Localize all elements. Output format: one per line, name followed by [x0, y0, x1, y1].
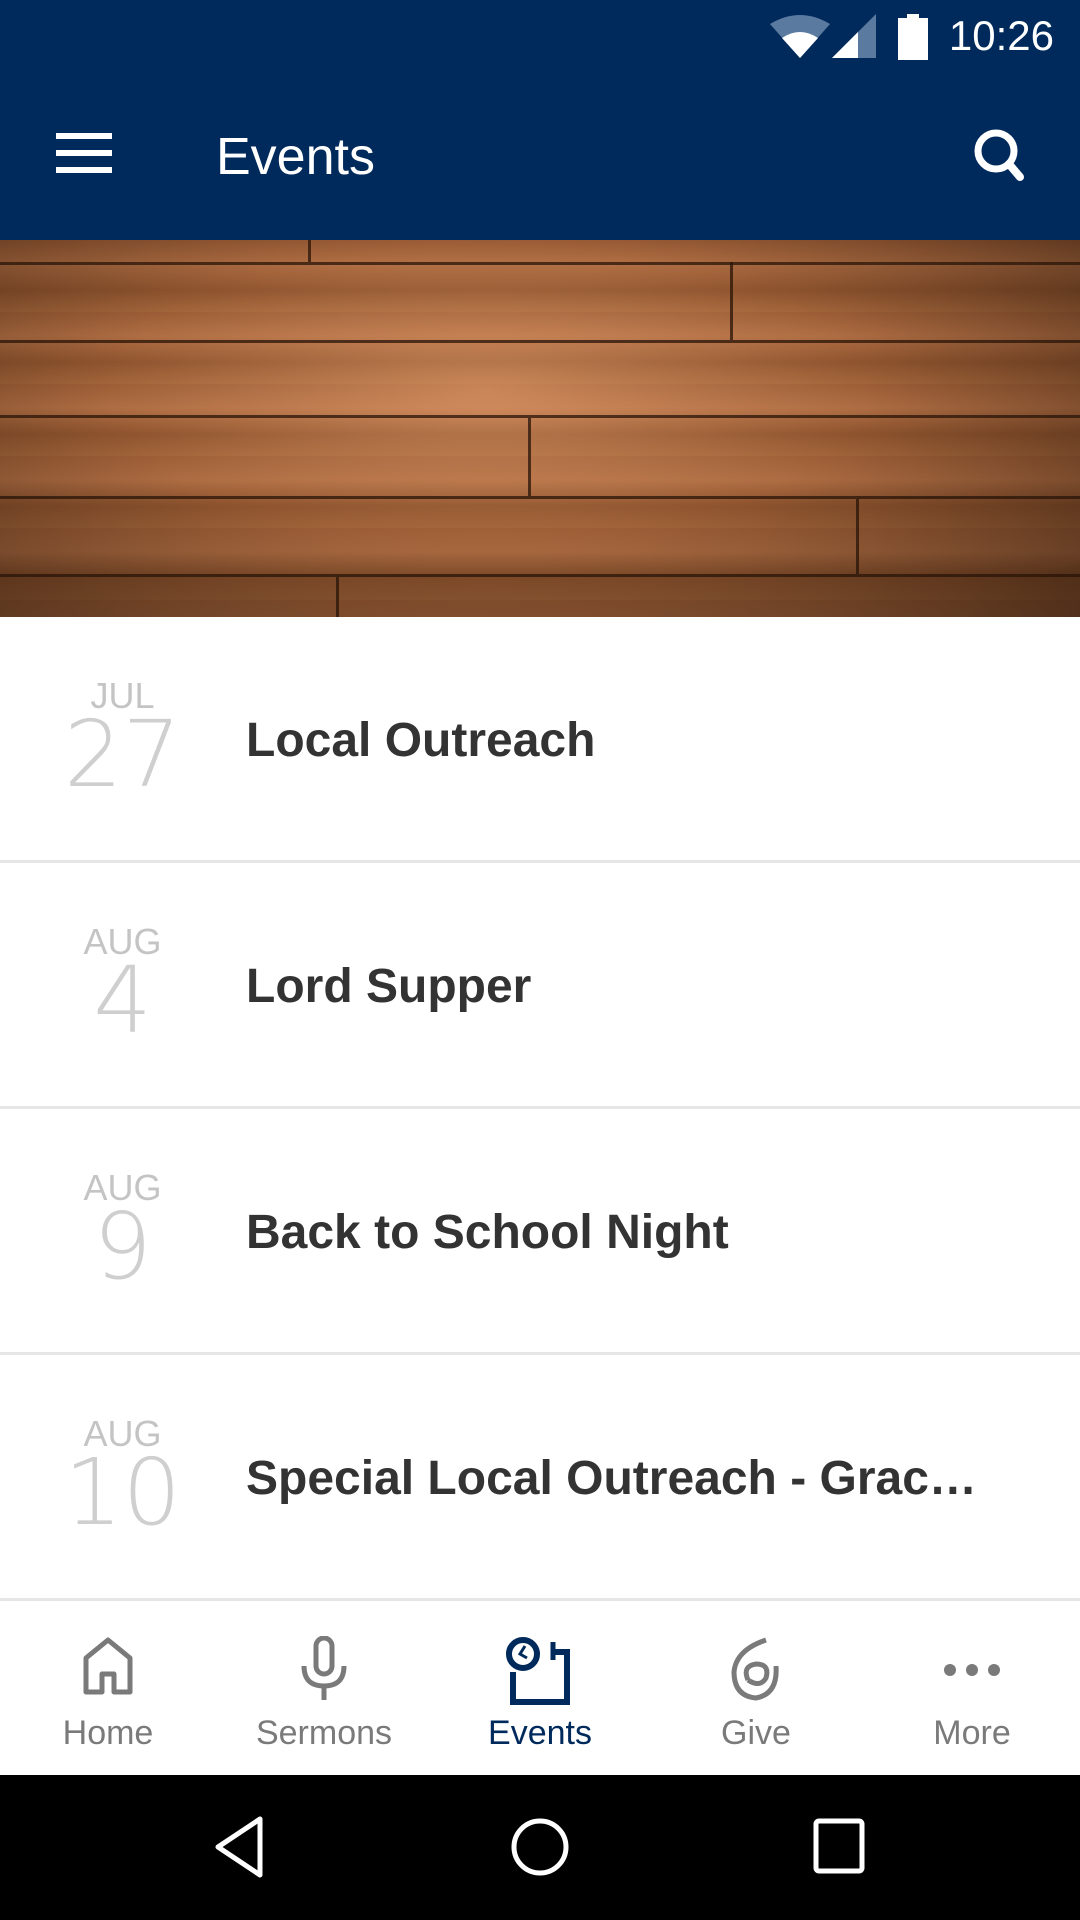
event-day: 9: [93, 1193, 152, 1300]
give-hand-icon: [731, 1637, 779, 1701]
bottom-nav: Home Sermons Events Give More: [0, 1604, 1080, 1775]
wifi-icon: [770, 15, 830, 58]
tab-label: Events: [488, 1714, 592, 1752]
battery-icon: [898, 14, 928, 60]
tab-label: Sermons: [255, 1714, 393, 1752]
search-icon[interactable]: [960, 115, 1040, 195]
event-day: 27: [63, 701, 182, 808]
event-row[interactable]: AUG 9 Back to School Night: [0, 1109, 1080, 1355]
more-dots-icon: [944, 1664, 1000, 1676]
tab-label: Give: [721, 1714, 791, 1752]
tab-events[interactable]: Events: [432, 1604, 648, 1775]
event-title: Lord Supper: [246, 960, 532, 1013]
event-title: Special Local Outreach - Grace Community…: [246, 1452, 1000, 1505]
cell-signal-icon: [832, 14, 876, 58]
event-row[interactable]: JUL 27 Local Outreach: [0, 617, 1080, 863]
event-list: JUL 27 Local Outreach AUG 4 Lord Supper …: [0, 617, 1080, 1601]
status-bar: 10:26: [0, 0, 1080, 75]
back-icon[interactable]: [210, 1815, 270, 1884]
event-row[interactable]: AUG 4 Lord Supper: [0, 863, 1080, 1109]
event-day: 4: [93, 947, 152, 1054]
tab-more[interactable]: More: [864, 1604, 1080, 1775]
tab-label: Home: [62, 1714, 154, 1752]
page-title: Events: [216, 128, 375, 186]
hero-banner-image: [0, 240, 1080, 617]
tab-home[interactable]: Home: [0, 1604, 216, 1775]
event-title: Back to School Night: [246, 1206, 729, 1259]
app-bar: Events: [0, 75, 1080, 240]
microphone-icon: [301, 1636, 347, 1700]
recents-icon[interactable]: [810, 1815, 870, 1884]
event-title: Local Outreach: [246, 714, 596, 767]
calendar-clock-icon: [506, 1637, 570, 1705]
home-circle-icon[interactable]: [508, 1815, 572, 1884]
event-day: 10: [63, 1439, 182, 1546]
tab-give[interactable]: Give: [648, 1604, 864, 1775]
tab-sermons[interactable]: Sermons: [216, 1604, 432, 1775]
event-row[interactable]: AUG 10 Special Local Outreach - Grace Co…: [0, 1355, 1080, 1601]
tab-label: More: [933, 1714, 1011, 1752]
clock: 10:26: [948, 12, 1054, 59]
hamburger-menu-icon[interactable]: [40, 117, 130, 189]
home-icon: [83, 1637, 133, 1695]
system-nav-bar: [0, 1775, 1080, 1920]
